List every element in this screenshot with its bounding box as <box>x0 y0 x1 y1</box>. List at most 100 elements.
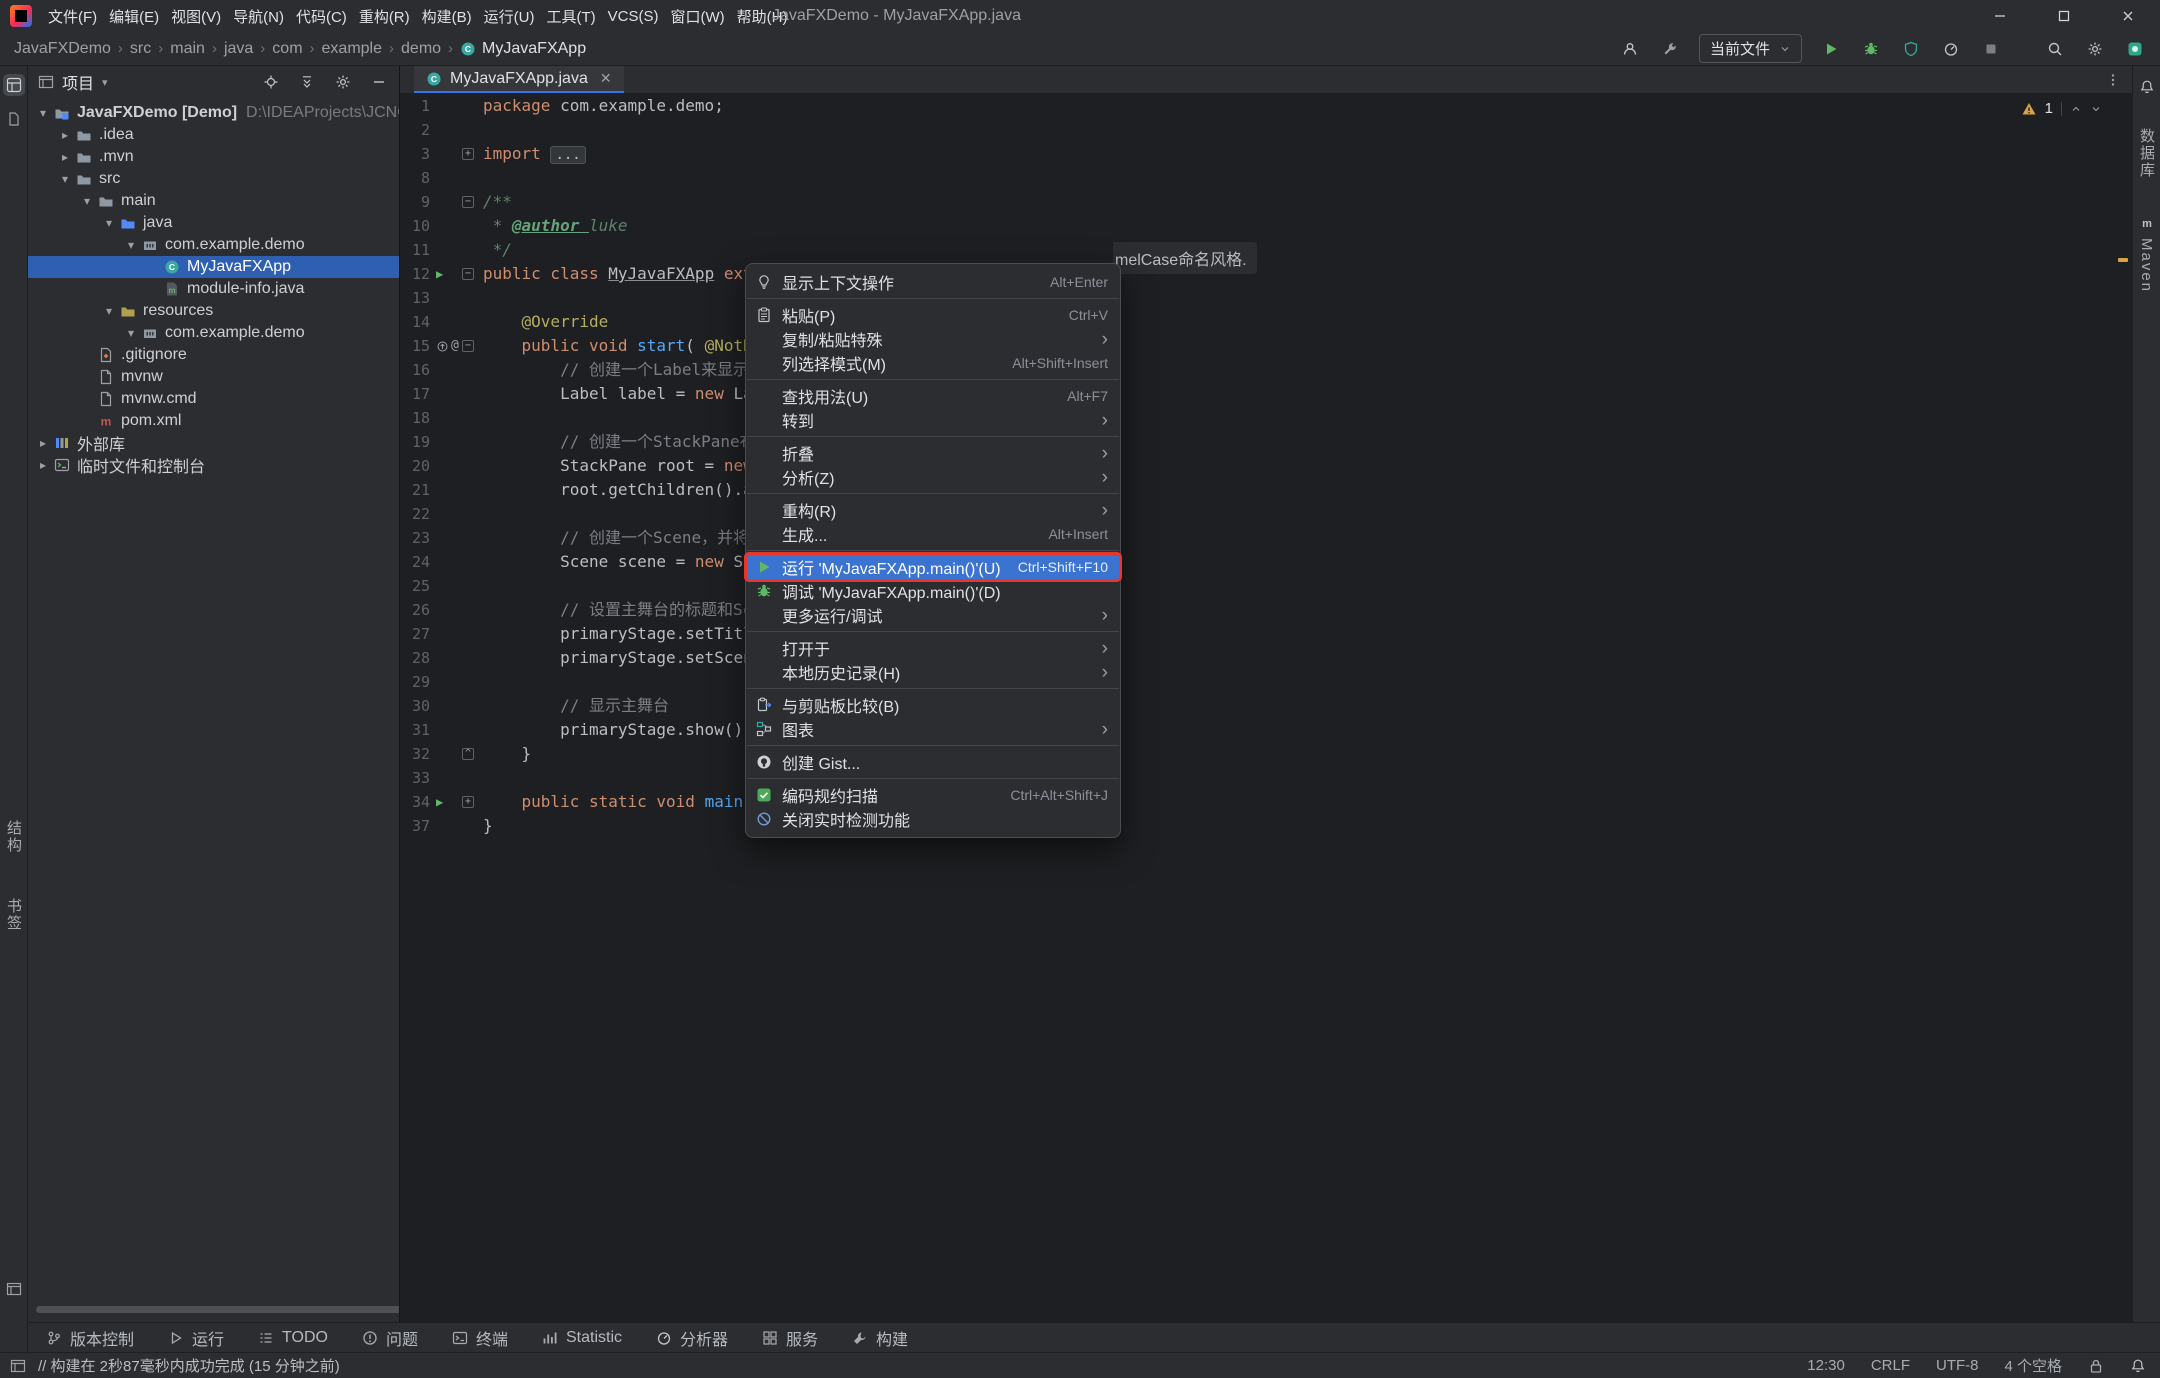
code-area[interactable]: 1package com.example.demo;23+import ...8… <box>400 94 2132 1322</box>
maven-tool-button[interactable]: Maven <box>2138 238 2155 293</box>
tree-chevron-icon[interactable]: ▾ <box>100 304 118 318</box>
code-line-37[interactable]: 37} <box>400 814 2132 838</box>
run-icon[interactable] <box>1820 38 1842 60</box>
context-menu-item-4[interactable]: 列选择模式(M)Alt+Shift+Insert <box>746 351 1120 375</box>
context-menu-item-0[interactable]: 显示上下文操作Alt+Enter <box>746 270 1120 294</box>
code-line-25[interactable]: 25 <box>400 574 2132 598</box>
line-number[interactable]: 9 <box>400 190 430 214</box>
context-menu-item-7[interactable]: 转到› <box>746 408 1120 432</box>
run-gutter-icon[interactable]: ▶ <box>436 790 443 814</box>
profiler-icon[interactable] <box>1940 38 1962 60</box>
context-menu-item-22[interactable]: 与剪贴板比较(B) <box>746 693 1120 717</box>
toolwindow-button-4[interactable]: 终端 <box>452 1326 508 1350</box>
code-line-12[interactable]: 12▶−public class MyJavaFXApp exte <box>400 262 2132 286</box>
code-line-28[interactable]: 28 primaryStage.setScene( <box>400 646 2132 670</box>
files-stripe-icon[interactable] <box>3 108 25 130</box>
menubar-item-3[interactable]: 视图(V) <box>165 0 227 32</box>
line-number[interactable]: 20 <box>400 454 430 478</box>
tree-item-12[interactable]: mvnw <box>28 366 399 388</box>
line-number[interactable]: 17 <box>400 382 430 406</box>
tree-item-5[interactable]: ▾java <box>28 212 399 234</box>
menubar-item-4[interactable]: 导航(N) <box>227 0 290 32</box>
code-line-9[interactable]: 9−/** <box>400 190 2132 214</box>
breadcrumb-item-1[interactable]: src <box>130 40 151 58</box>
caret-position[interactable]: 12:30 <box>1807 1357 1845 1374</box>
line-number[interactable]: 37 <box>400 814 430 838</box>
menubar-item-1[interactable]: 文件(F) <box>42 0 103 32</box>
code-line-27[interactable]: 27 primaryStage.setTitle( <box>400 622 2132 646</box>
indent-style[interactable]: 4 个空格 <box>2004 1355 2062 1376</box>
code-line-2[interactable]: 2 <box>400 118 2132 142</box>
window-maximize-button[interactable] <box>2032 0 2096 32</box>
settings-icon[interactable] <box>333 72 353 92</box>
tree-item-3[interactable]: ▾src <box>28 168 399 190</box>
tab-options-icon[interactable] <box>2102 72 2124 88</box>
coverage-icon[interactable] <box>1900 38 1922 60</box>
context-menu-item-9[interactable]: 折叠› <box>746 441 1120 465</box>
menubar-item-10[interactable]: VCS(S) <box>602 0 665 32</box>
tree-item-8[interactable]: mmodule-info.java <box>28 278 399 300</box>
tree-chevron-icon[interactable]: ▸ <box>34 436 52 450</box>
context-menu-item-28[interactable]: 关闭实时检测功能 <box>746 807 1120 831</box>
context-menu-item-16[interactable]: 调试 'MyJavaFXApp.main()'(D) <box>746 579 1120 603</box>
line-number[interactable]: 25 <box>400 574 430 598</box>
database-tool-button[interactable]: 数据库 <box>2136 128 2157 179</box>
code-line-23[interactable]: 23 // 创建一个Scene，并将St <box>400 526 2132 550</box>
toolwindow-button-5[interactable]: Statistic <box>542 1329 622 1347</box>
line-number[interactable]: 26 <box>400 598 430 622</box>
search-icon[interactable] <box>2044 38 2066 60</box>
code-line-10[interactable]: 10 * @author luke <box>400 214 2132 238</box>
tree-chevron-icon[interactable]: ▾ <box>122 238 140 252</box>
menubar-item-2[interactable]: 编辑(E) <box>103 0 165 32</box>
menubar-item-8[interactable]: 运行(U) <box>478 0 541 32</box>
tree-chevron-icon[interactable]: ▾ <box>100 216 118 230</box>
context-menu-item-25[interactable]: 创建 Gist... <box>746 750 1120 774</box>
code-line-13[interactable]: 13 <box>400 286 2132 310</box>
context-menu-item-19[interactable]: 打开于› <box>746 636 1120 660</box>
fold-marker-icon[interactable]: + <box>462 796 474 808</box>
next-warning-icon[interactable] <box>2090 103 2102 115</box>
code-line-17[interactable]: 17 Label label = new Labe <box>400 382 2132 406</box>
breadcrumb-item-7[interactable]: CMyJavaFXApp <box>460 40 586 58</box>
project-panel-title[interactable]: 项目 <box>62 70 94 94</box>
user-icon[interactable] <box>1619 38 1641 60</box>
tree-chevron-icon[interactable]: ▾ <box>78 194 96 208</box>
notifications-stripe-icon[interactable] <box>2136 76 2158 98</box>
prev-warning-icon[interactable] <box>2070 103 2082 115</box>
line-number[interactable]: 24 <box>400 550 430 574</box>
tree-item-11[interactable]: .gitignore <box>28 344 399 366</box>
fold-marker-icon[interactable]: + <box>462 148 474 160</box>
line-number[interactable]: 33 <box>400 766 430 790</box>
toolwindow-button-7[interactable]: 服务 <box>762 1326 818 1350</box>
line-number[interactable]: 28 <box>400 646 430 670</box>
window-close-button[interactable] <box>2096 0 2160 32</box>
line-number[interactable]: 16 <box>400 358 430 382</box>
context-menu-item-23[interactable]: 图表› <box>746 717 1120 741</box>
line-number[interactable]: 21 <box>400 478 430 502</box>
debug-icon[interactable] <box>1860 38 1882 60</box>
tree-item-14[interactable]: mpom.xml <box>28 410 399 432</box>
context-menu-item-13[interactable]: 生成...Alt+Insert <box>746 522 1120 546</box>
toolwindow-button-6[interactable]: 分析器 <box>656 1326 728 1350</box>
tree-chevron-icon[interactable]: ▸ <box>34 458 52 472</box>
line-number[interactable]: 12 <box>400 262 430 286</box>
line-number[interactable]: 13 <box>400 286 430 310</box>
code-line-29[interactable]: 29 <box>400 670 2132 694</box>
project-title-caret-icon[interactable]: ▾ <box>102 76 108 89</box>
file-encoding[interactable]: UTF-8 <box>1936 1357 1979 1374</box>
code-line-8[interactable]: 8 <box>400 166 2132 190</box>
tree-item-13[interactable]: mvnw.cmd <box>28 388 399 410</box>
code-line-31[interactable]: 31 primaryStage.show(); <box>400 718 2132 742</box>
tree-chevron-icon[interactable]: ▾ <box>56 172 74 186</box>
hide-icon[interactable] <box>369 72 389 92</box>
code-line-26[interactable]: 26 // 设置主舞台的标题和Scen <box>400 598 2132 622</box>
tree-item-2[interactable]: ▸.mvn <box>28 146 399 168</box>
tree-item-16[interactable]: ▸临时文件和控制台 <box>28 454 399 476</box>
toolwindow-button-1[interactable]: 运行 <box>168 1326 224 1350</box>
tree-chevron-icon[interactable]: ▾ <box>34 106 52 120</box>
code-line-34[interactable]: 34▶+ public static void main(St <box>400 790 2132 814</box>
toolwindow-button-3[interactable]: 问题 <box>362 1326 418 1350</box>
tab-close-icon[interactable]: ✕ <box>600 70 612 87</box>
line-number[interactable]: 11 <box>400 238 430 262</box>
context-menu-item-run[interactable]: 运行 'MyJavaFXApp.main()'(U)Ctrl+Shift+F10 <box>746 555 1120 579</box>
